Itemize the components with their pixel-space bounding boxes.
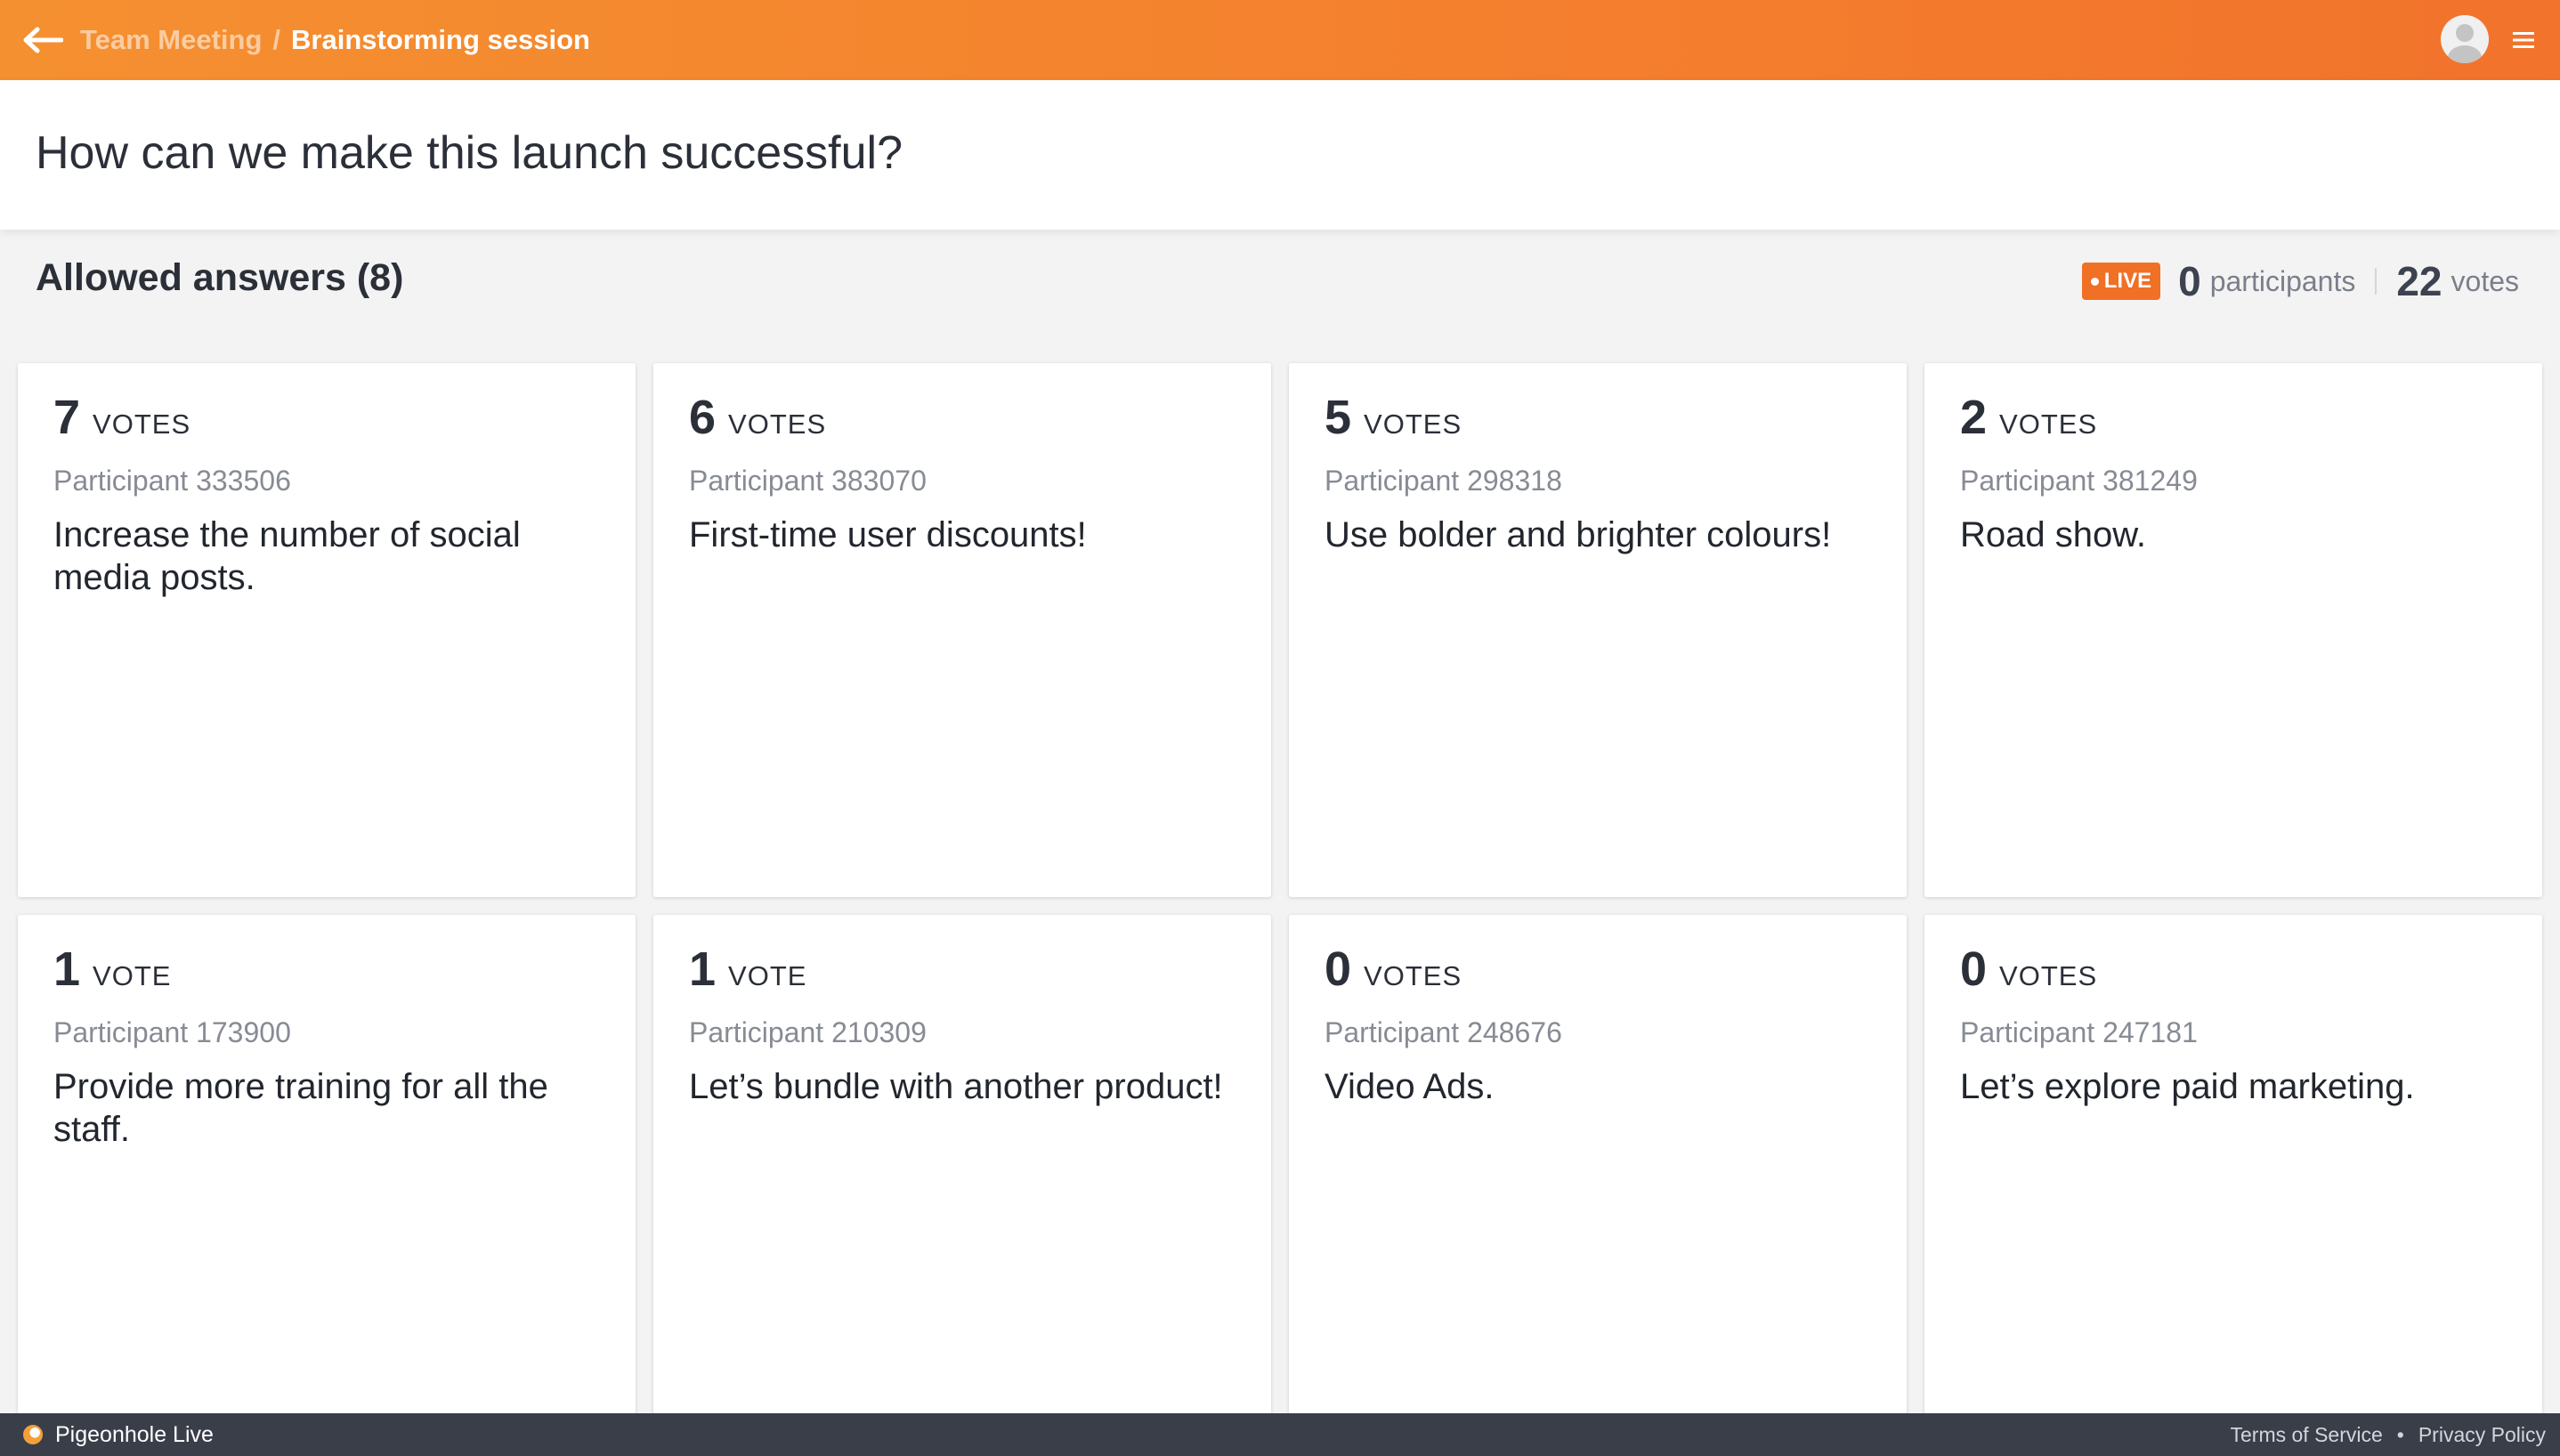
votes-row: 0 VOTES: [1325, 942, 1871, 997]
vote-count: 5: [1325, 391, 1352, 444]
answer-text: Provide more training for all the staff.: [53, 1067, 548, 1149]
vote-count: 2: [1960, 391, 1988, 444]
participant-name: Participant 247181: [1960, 1016, 2198, 1048]
back-button[interactable]: [21, 20, 64, 61]
stats-divider: [2375, 268, 2378, 295]
participant-name: Participant 298318: [1325, 465, 1562, 497]
answer-card[interactable]: 0 VOTES Participant 248676 Video Ads.: [1289, 915, 1907, 1449]
votes-row: 7 VOTES: [53, 390, 600, 445]
answer-text: Video Ads.: [1325, 1067, 1495, 1106]
votes-row: 2 VOTES: [1960, 390, 2507, 445]
breadcrumb-parent-link[interactable]: Team Meeting: [80, 24, 262, 56]
live-dot-icon: [2090, 277, 2099, 286]
answer-card[interactable]: 7 VOTES Participant 333506 Increase the …: [18, 363, 636, 897]
menu-button[interactable]: [2508, 25, 2539, 55]
participant-name: Participant 381249: [1960, 465, 2198, 497]
user-avatar-icon: [2448, 24, 2482, 63]
hamburger-menu-icon: [2513, 32, 2534, 48]
terms-of-service-link[interactable]: Terms of Service: [2231, 1423, 2383, 1447]
breadcrumb-separator: /: [272, 24, 281, 55]
participants-label: participants: [2209, 264, 2356, 297]
participant-name: Participant 210309: [689, 1016, 927, 1048]
votes-row: 1 VOTE: [53, 942, 600, 997]
breadcrumb: Team Meeting / Brainstorming session: [80, 0, 590, 80]
vote-unit: VOTES: [1999, 960, 2098, 991]
votes-row: 1 VOTE: [689, 942, 1235, 997]
vote-unit: VOTE: [93, 960, 172, 991]
vote-unit: VOTES: [1364, 408, 1462, 440]
vote-unit: VOTE: [728, 960, 807, 991]
votes-row: 0 VOTES: [1960, 942, 2507, 997]
answer-text: Let’s explore paid marketing.: [1960, 1067, 2415, 1106]
answer-text: Road show.: [1960, 515, 2147, 554]
session-stats: LIVE 0 participants 22 votes: [2081, 256, 2519, 306]
votes-count: 22: [2396, 258, 2443, 304]
answer-card[interactable]: 1 VOTE Participant 210309 Let’s bundle w…: [653, 915, 1271, 1449]
vote-count: 6: [689, 391, 717, 444]
vote-unit: VOTES: [1364, 960, 1462, 991]
vote-count: 1: [53, 942, 81, 996]
question-panel: How can we make this launch successful?: [0, 80, 2560, 230]
question-text: How can we make this launch successful?: [36, 127, 903, 179]
section-title: Allowed answers (8): [36, 256, 404, 299]
participant-name: Participant 383070: [689, 465, 927, 497]
answer-card[interactable]: 1 VOTE Participant 173900 Provide more t…: [18, 915, 636, 1449]
answers-grid: 7 VOTES Participant 333506 Increase the …: [18, 363, 2546, 1449]
votes-label: votes: [2451, 264, 2519, 297]
participant-name: Participant 248676: [1325, 1016, 1562, 1048]
participant-name: Participant 173900: [53, 1016, 291, 1048]
vote-count: 0: [1325, 942, 1352, 996]
footer-separator: •: [2396, 1422, 2404, 1446]
footer: Pigeonhole Live Terms of Service • Priva…: [0, 1413, 2560, 1456]
vote-unit: VOTES: [1999, 408, 2098, 440]
pigeonhole-logo-icon: [23, 1425, 43, 1444]
answer-text: Use bolder and brighter colours!: [1325, 515, 1832, 554]
live-badge: LIVE: [2081, 263, 2161, 300]
top-bar: Team Meeting / Brainstorming session: [0, 0, 2560, 80]
privacy-policy-link[interactable]: Privacy Policy: [2418, 1423, 2546, 1447]
vote-count: 7: [53, 391, 81, 444]
participant-name: Participant 333506: [53, 465, 291, 497]
answer-card[interactable]: 6 VOTES Participant 383070 First-time us…: [653, 363, 1271, 897]
vote-count: 1: [689, 942, 717, 996]
breadcrumb-current: Brainstorming session: [291, 24, 590, 55]
live-label: LIVE: [2103, 269, 2152, 293]
answer-text: First-time user discounts!: [689, 515, 1087, 554]
footer-links: Terms of Service • Privacy Policy: [2231, 1423, 2546, 1447]
vote-unit: VOTES: [728, 408, 827, 440]
votes-row: 5 VOTES: [1325, 390, 1871, 445]
footer-brand[interactable]: Pigeonhole Live: [23, 1422, 214, 1448]
user-avatar[interactable]: [2441, 15, 2489, 63]
vote-unit: VOTES: [93, 408, 191, 440]
answer-card[interactable]: 0 VOTES Participant 247181 Let’s explore…: [1924, 915, 2542, 1449]
vote-count: 0: [1960, 942, 1988, 996]
brand-name: Pigeonhole Live: [55, 1421, 214, 1447]
answer-text: Let’s bundle with another product!: [689, 1067, 1223, 1106]
participants-count: 0: [2178, 258, 2201, 304]
answer-card[interactable]: 5 VOTES Participant 298318 Use bolder an…: [1289, 363, 1907, 897]
answer-text: Increase the number of social media post…: [53, 515, 521, 597]
votes-row: 6 VOTES: [689, 390, 1235, 445]
arrow-left-icon: [23, 27, 63, 53]
answer-card[interactable]: 2 VOTES Participant 381249 Road show.: [1924, 363, 2542, 897]
